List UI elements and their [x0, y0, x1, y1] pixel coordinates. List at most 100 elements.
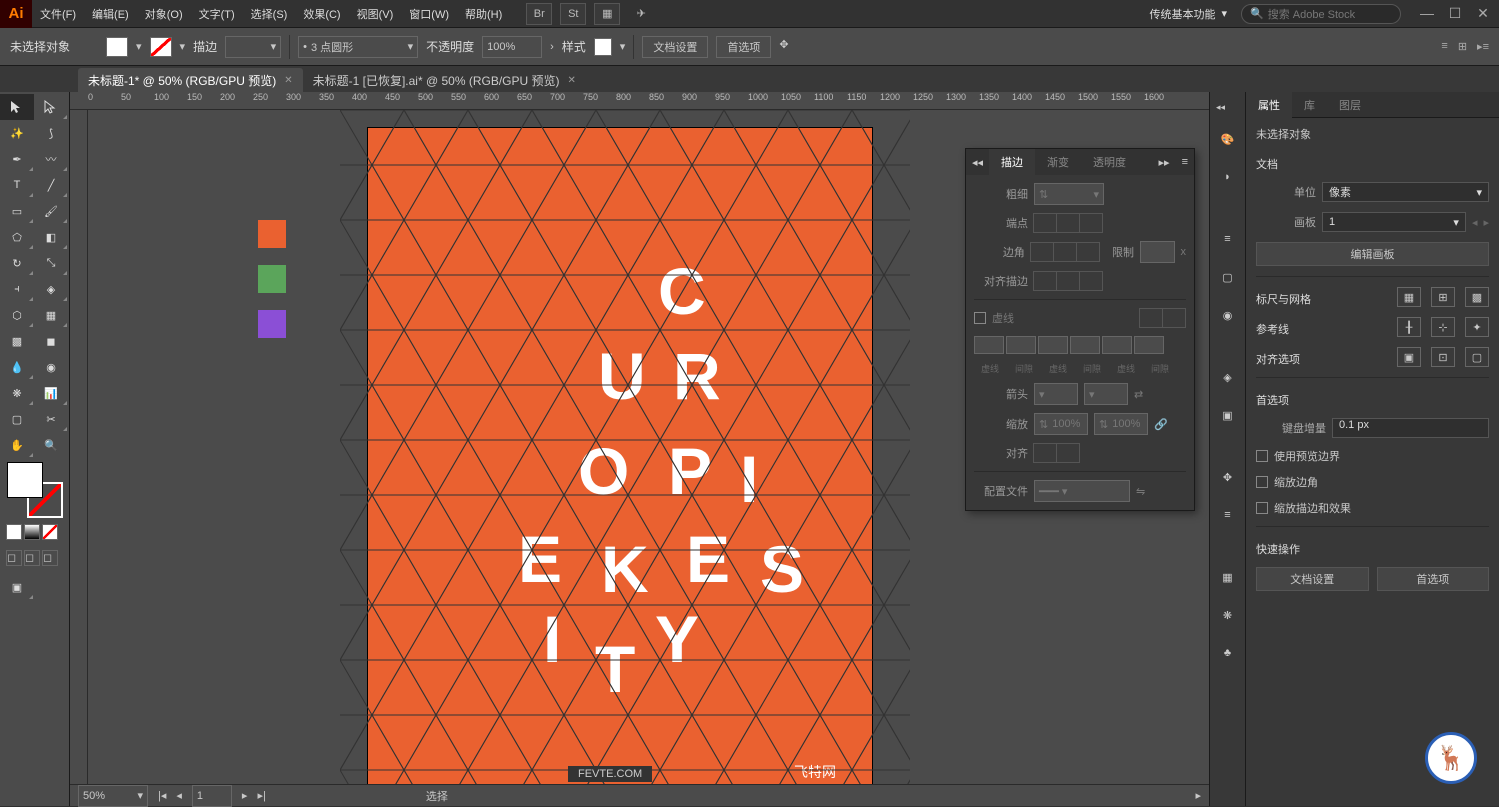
fill-stroke-control[interactable] — [7, 462, 63, 518]
eraser-tool[interactable]: ◧ — [34, 224, 68, 250]
scale-tool[interactable]: ⤡ — [34, 250, 68, 276]
nav-next-icon[interactable]: ▸ — [1483, 216, 1489, 229]
corner-buttons[interactable] — [1031, 242, 1100, 262]
rotate-tool[interactable]: ↻ — [0, 250, 34, 276]
stroke-tab[interactable]: 描边 — [989, 149, 1035, 175]
menu-effect[interactable]: 效果(C) — [295, 0, 348, 28]
artboard-tool[interactable]: ▢ — [0, 406, 34, 432]
close-tab-icon[interactable]: ✕ — [284, 75, 292, 86]
screen-mode[interactable]: ▣ — [0, 574, 34, 600]
key-increment-input[interactable]: 0.1 px — [1332, 418, 1489, 438]
doc-tab-2[interactable]: 未标题-1 [已恢复].ai* @ 50% (RGB/GPU 预览)✕ — [303, 68, 586, 92]
panel-menu-icon[interactable]: ▸≡ — [1477, 40, 1489, 53]
preview-bounds-checkbox[interactable]: 使用预览边界 — [1256, 448, 1489, 464]
guides-lock[interactable]: ⊹ — [1431, 317, 1455, 337]
selection-tool[interactable] — [0, 94, 34, 120]
bridge-icon[interactable]: Br — [526, 3, 552, 25]
cap-buttons[interactable] — [1034, 213, 1103, 233]
link-icon[interactable]: 🔗 — [1154, 418, 1168, 431]
snap-grid[interactable]: ▢ — [1465, 347, 1489, 367]
doc-tab-1[interactable]: 未标题-1* @ 50% (RGB/GPU 预览)✕ — [78, 68, 303, 92]
arrow-scale-end[interactable]: ⇅ 100% — [1094, 413, 1148, 435]
chevron-down-icon[interactable]: ▾ — [136, 40, 142, 53]
artwork-letter[interactable]: E — [686, 526, 730, 592]
shape-builder-tool[interactable]: ⬡ — [0, 302, 34, 328]
gpu-icon[interactable]: ✈ — [628, 3, 654, 25]
stroke-width-input[interactable]: ▾ — [225, 36, 281, 58]
fill-box[interactable] — [7, 462, 43, 498]
stroke-panel-icon[interactable]: ◈ — [1216, 365, 1240, 389]
hand-tool[interactable]: ✋ — [0, 432, 34, 458]
minimize-icon[interactable]: — — [1417, 5, 1437, 22]
menu-object[interactable]: 对象(O) — [137, 0, 191, 28]
nav-next-icon[interactable]: ▸ — [242, 789, 248, 802]
dash-checkbox[interactable]: 虚线 — [974, 310, 1014, 326]
collapse-strip-icon[interactable]: ◂◂ — [1210, 102, 1225, 113]
quick-doc-setup[interactable]: 文档设置 — [1256, 567, 1369, 591]
arrow-end[interactable]: ▾ — [1084, 383, 1128, 405]
close-icon[interactable]: ✕ — [1473, 5, 1493, 22]
profile-dropdown[interactable]: ━━━ ▾ — [1034, 480, 1130, 502]
zoom-dropdown[interactable]: 50%▾ — [78, 785, 148, 807]
graph-tool[interactable]: 📊 — [34, 380, 68, 406]
layers-tab[interactable]: 图层 — [1327, 92, 1373, 118]
artwork-letter[interactable]: P — [668, 438, 712, 504]
stroke-swatch[interactable] — [150, 37, 172, 57]
gradient-tab[interactable]: 渐变 — [1035, 149, 1081, 175]
scale-strokes-checkbox[interactable]: 缩放描边和效果 — [1256, 500, 1489, 516]
chevron-down-icon[interactable]: ▾ — [180, 40, 186, 53]
fill-swatch[interactable] — [106, 37, 128, 57]
eyedropper-tool[interactable]: 💧 — [0, 354, 34, 380]
free-transform-tool[interactable]: ◈ — [34, 276, 68, 302]
close-tab-icon[interactable]: ✕ — [568, 75, 576, 86]
menu-view[interactable]: 视图(V) — [349, 0, 402, 28]
menu-type[interactable]: 文字(T) — [191, 0, 243, 28]
align-stroke-buttons[interactable] — [1034, 271, 1103, 291]
css-panel-icon[interactable]: ♣ — [1216, 641, 1240, 665]
unit-dropdown[interactable]: 像素▾ — [1322, 182, 1489, 202]
ruler-horizontal[interactable]: 0501001502002503003504004505005506006507… — [70, 92, 1209, 110]
prefs-button[interactable]: 首选项 — [716, 36, 771, 58]
artwork-letter[interactable]: Y — [655, 606, 699, 672]
doc-setup-button[interactable]: 文档设置 — [642, 36, 708, 58]
grid-toggle[interactable]: ⊞ — [1431, 287, 1455, 307]
maximize-icon[interactable]: ☐ — [1445, 5, 1465, 22]
menu-window[interactable]: 窗口(W) — [401, 0, 457, 28]
nav-last-icon[interactable]: ▸| — [257, 789, 265, 802]
prefs-icon[interactable]: ✥ — [779, 38, 797, 56]
artwork-letter[interactable]: E — [518, 526, 562, 592]
blend-tool[interactable]: ◉ — [34, 354, 68, 380]
artwork-letter[interactable]: I — [740, 446, 758, 512]
swatch-orange[interactable] — [258, 220, 286, 248]
menu-edit[interactable]: 编辑(E) — [84, 0, 137, 28]
guides-visible[interactable]: ╂ — [1397, 317, 1421, 337]
snap-point[interactable]: ⊡ — [1431, 347, 1455, 367]
artwork-letter[interactable]: T — [595, 636, 635, 702]
limit-input[interactable] — [1140, 241, 1174, 263]
arrow-scale-start[interactable]: ⇅ 100% — [1034, 413, 1088, 435]
swatches-panel-icon[interactable]: ≡ — [1216, 227, 1240, 251]
curvature-tool[interactable]: 〰 — [34, 146, 68, 172]
nav-prev-icon[interactable]: ◂ — [1472, 216, 1478, 229]
nav-first-icon[interactable]: |◂ — [158, 789, 166, 802]
stroke-weight-input[interactable]: ⇅ ▾ — [1034, 183, 1104, 205]
mesh-tool[interactable]: ▩ — [0, 328, 34, 354]
artboard[interactable]: CUROPIEKESITY 飞特网 — [368, 128, 872, 784]
ruler-vertical[interactable] — [70, 110, 88, 784]
menu-select[interactable]: 选择(S) — [243, 0, 296, 28]
artwork-letter[interactable]: I — [543, 606, 561, 672]
symbols-panel-icon[interactable]: ◉ — [1216, 303, 1240, 327]
align-icon[interactable]: ≡ — [1441, 40, 1447, 53]
chevron-down-icon[interactable]: ▾ — [620, 40, 626, 53]
draw-normal[interactable]: ◻ — [6, 550, 22, 566]
opacity-input[interactable]: 100% — [482, 36, 542, 58]
panel-menu-icon[interactable]: ≡ — [1176, 156, 1194, 168]
color-mode[interactable] — [6, 524, 22, 540]
transparency-grid-toggle[interactable]: ▩ — [1465, 287, 1489, 307]
artboard-dropdown[interactable]: 1▾ — [1322, 212, 1466, 232]
menu-file[interactable]: 文件(F) — [32, 0, 84, 28]
gradient-panel-icon[interactable]: ▣ — [1216, 403, 1240, 427]
swatch-green[interactable] — [258, 265, 286, 293]
flip-icon[interactable]: ⇋ — [1136, 485, 1145, 498]
ruler-toggle[interactable]: ▦ — [1397, 287, 1421, 307]
